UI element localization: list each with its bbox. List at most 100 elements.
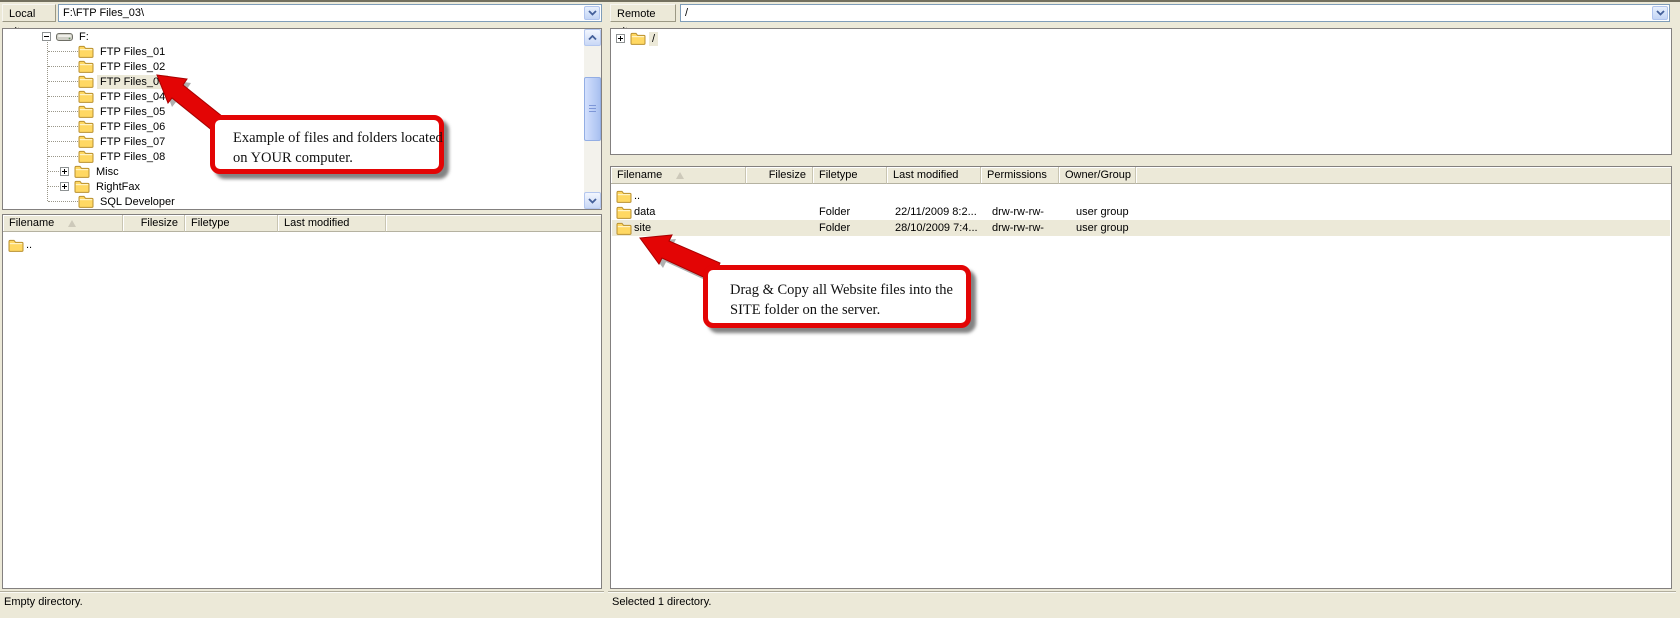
tree-item-label: Misc — [93, 165, 122, 179]
column-header-filetype[interactable]: Filetype — [185, 215, 278, 232]
scrollbar-thumb[interactable] — [584, 77, 601, 141]
tree-item-label-selected: FTP Files_03 — [97, 75, 168, 89]
tree-item-ftp-files-01[interactable]: FTP Files_01 — [3, 44, 602, 59]
chevron-down-icon — [588, 10, 597, 16]
tree-item-label: FTP Files_06 — [97, 120, 168, 134]
local-site-path: F:\FTP Files_03\ — [63, 6, 144, 21]
filename-cell: site — [612, 222, 747, 235]
column-header-filename[interactable]: Filename — [3, 215, 123, 232]
local-site-label: Local site: — [2, 4, 56, 22]
remote-site-dropdown-button[interactable] — [1652, 6, 1668, 20]
column-header-filesize[interactable]: Filesize — [123, 215, 185, 232]
tree-item-drive-f[interactable]: F: — [3, 29, 602, 44]
callout-text-line: Drag & Copy all Website files into the — [730, 280, 966, 300]
tree-item-label: FTP Files_01 — [97, 45, 168, 59]
callout-drag-copy: Drag & Copy all Website files into the S… — [703, 265, 971, 328]
filename-cell: .. — [4, 239, 124, 252]
folder-icon — [616, 222, 632, 235]
file-row-site[interactable]: site Folder 28/10/2009 7:4... drw-rw-rw-… — [612, 220, 1670, 236]
filename-text: data — [634, 206, 655, 218]
column-header-filler — [1136, 167, 1671, 184]
tree-item-label: RightFax — [93, 180, 143, 194]
tree-item-ftp-files-04[interactable]: FTP Files_04 — [3, 89, 602, 104]
tree-item-sql-developer[interactable]: SQL Developer — [3, 194, 602, 209]
expand-plus-icon[interactable] — [616, 34, 625, 43]
callout-text-line: SITE folder on the server. — [730, 300, 966, 320]
ftp-client-window: Local site: F:\FTP Files_03\ F: FTP File… — [0, 0, 1680, 618]
file-row-data[interactable]: data Folder 22/11/2009 8:2... drw-rw-rw-… — [612, 204, 1670, 220]
filename-text: .. — [634, 190, 640, 202]
remote-list-header: Filename Filesize Filetype Last modified… — [611, 167, 1671, 184]
filename-cell: data — [612, 206, 747, 219]
remote-status-text: Selected 1 directory. — [612, 596, 711, 608]
callout-text-line: Example of files and folders located — [233, 128, 439, 148]
expand-plus-icon[interactable] — [60, 167, 69, 176]
collapse-minus-icon[interactable] — [42, 32, 51, 41]
tree-item-root[interactable]: / — [611, 31, 1176, 46]
remote-tree-panel: / — [610, 28, 1672, 155]
tree-item-ftp-files-02[interactable]: FTP Files_02 — [3, 59, 602, 74]
last-modified-cell: 22/11/2009 8:2... — [888, 206, 982, 218]
local-tree-scrollbar[interactable] — [584, 29, 601, 209]
folder-icon — [78, 135, 94, 148]
column-header-permissions[interactable]: Permissions — [981, 167, 1059, 184]
folder-icon — [78, 60, 94, 73]
column-label: Filename — [617, 167, 662, 183]
column-header-last-modified[interactable]: Last modified — [887, 167, 981, 184]
folder-icon — [8, 239, 24, 252]
owner-group-cell: user group — [1060, 206, 1137, 218]
filename-text: .. — [26, 239, 32, 251]
column-header-filesize[interactable]: Filesize — [746, 167, 813, 184]
last-modified-cell: 28/10/2009 7:4... — [888, 222, 982, 234]
scroll-down-button[interactable] — [584, 192, 601, 209]
folder-icon — [78, 195, 94, 208]
permissions-cell: drw-rw-rw- — [982, 206, 1060, 218]
remote-site-label: Remote site: — [610, 4, 676, 22]
callout-text-line: on YOUR computer. — [233, 148, 439, 168]
file-row-parent-dir[interactable]: .. — [612, 188, 1670, 204]
column-label: Filesize — [141, 215, 178, 231]
permissions-cell: drw-rw-rw- — [982, 222, 1060, 234]
folder-icon — [74, 165, 90, 178]
sort-ascending-icon — [68, 220, 76, 227]
tree-item-label: F: — [76, 30, 92, 44]
drive-icon — [56, 31, 73, 42]
column-header-filler — [386, 215, 601, 232]
scroll-up-button[interactable] — [584, 29, 601, 46]
chevron-down-icon — [588, 198, 597, 204]
column-header-last-modified[interactable]: Last modified — [278, 215, 386, 232]
tree-item-label: SQL Developer — [97, 195, 178, 209]
tree-item-ftp-files-03[interactable]: FTP Files_03 — [3, 74, 602, 89]
column-label: Permissions — [987, 167, 1047, 183]
file-row-parent-dir[interactable]: .. — [4, 237, 600, 253]
folder-icon — [78, 45, 94, 58]
local-status-text: Empty directory. — [4, 596, 83, 608]
column-header-filename[interactable]: Filename — [611, 167, 746, 184]
folder-icon — [78, 105, 94, 118]
tree-item-label: FTP Files_02 — [97, 60, 168, 74]
column-label: Filetype — [819, 167, 858, 183]
tree-item-label: FTP Files_07 — [97, 135, 168, 149]
local-site-dropdown-button[interactable] — [584, 6, 600, 20]
callout-local-files: Example of files and folders located on … — [210, 115, 444, 174]
tree-item-label: FTP Files_08 — [97, 150, 168, 164]
remote-site-combobox[interactable]: / — [680, 4, 1670, 22]
owner-group-cell: user group — [1060, 222, 1137, 234]
folder-icon — [78, 90, 94, 103]
local-file-list-panel: Filename Filesize Filetype Last modified… — [2, 214, 602, 589]
folder-icon — [74, 180, 90, 193]
local-site-combobox[interactable]: F:\FTP Files_03\ — [58, 4, 602, 22]
filetype-cell: Folder — [814, 222, 888, 234]
column-header-owner-group[interactable]: Owner/Group — [1059, 167, 1136, 184]
column-header-filetype[interactable]: Filetype — [813, 167, 887, 184]
sort-ascending-icon — [676, 172, 684, 179]
column-label: Owner/Group — [1065, 167, 1131, 183]
local-status-bar: Empty directory. — [0, 591, 604, 611]
folder-icon — [616, 190, 632, 203]
expand-plus-icon[interactable] — [60, 182, 69, 191]
chevron-down-icon — [1656, 10, 1665, 16]
column-label: Last modified — [284, 215, 349, 231]
column-label: Last modified — [893, 167, 958, 183]
column-label: Filesize — [769, 167, 806, 183]
tree-item-rightfax[interactable]: RightFax — [3, 179, 602, 194]
